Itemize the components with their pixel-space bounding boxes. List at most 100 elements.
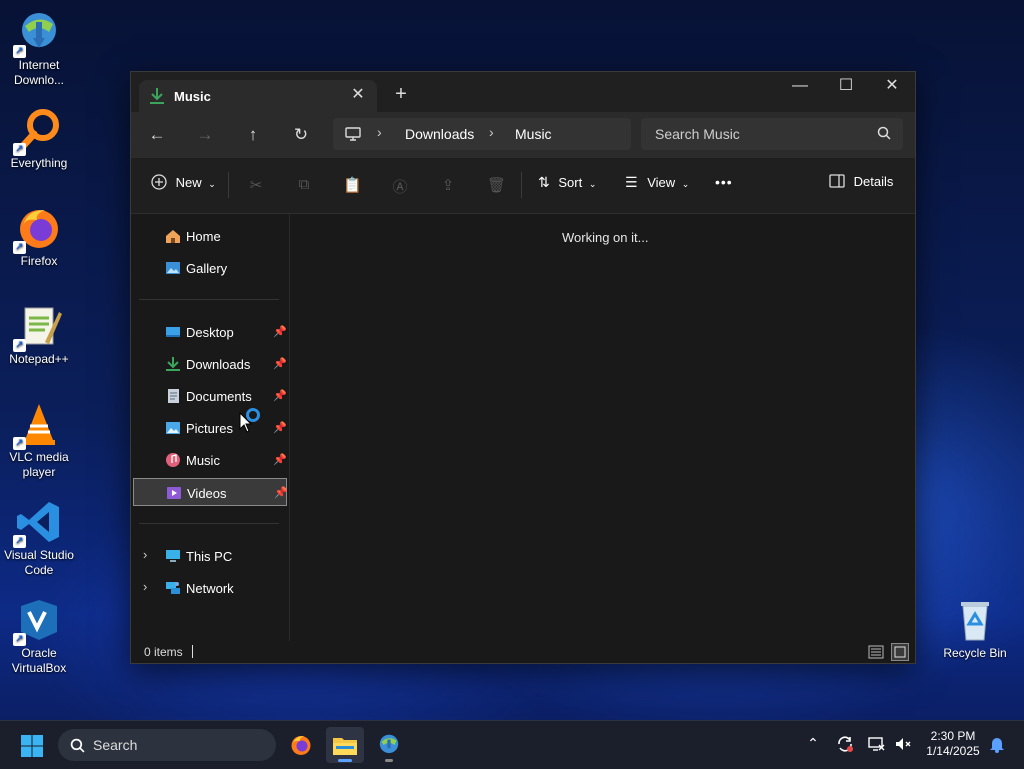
sidebar-item-label: Desktop [186,325,234,340]
desktop-icon-vlc[interactable]: ↗ VLC media player [0,400,78,480]
documents-folder-icon [165,388,181,404]
this-pc-icon [165,548,181,564]
sort-button[interactable]: ⇅ Sort ⌄ [538,174,596,196]
sidebar-item-home[interactable]: Home [133,222,287,250]
desktop-icon-firefox[interactable]: ↗ Firefox [0,204,78,269]
loading-status: Working on it... [562,230,649,245]
pin-icon[interactable]: 📌 [274,486,288,499]
sidebar-item-documents[interactable]: Documents 📌 [133,382,287,410]
taskbar-file-explorer[interactable] [326,727,364,763]
sidebar-item-videos[interactable]: Videos 📌 [133,478,288,506]
taskbar-search-box[interactable]: Search [58,729,276,761]
pin-icon[interactable]: 📌 [273,325,287,338]
rename-icon[interactable]: Ⓐ [391,176,409,196]
view-button[interactable]: ☰ View ⌄ [625,174,689,196]
more-options-button[interactable]: ••• [715,174,733,196]
details-button[interactable]: Details [829,174,893,196]
title-bar[interactable]: Music ✕ + — ☐ ✕ [131,72,915,112]
breadcrumb-downloads[interactable]: Downloads [405,126,474,142]
search-input[interactable]: Search Music [655,126,740,142]
taskbar: Search ⌃ 2:30 PM 1/14/2025 [0,720,1024,769]
address-bar[interactable]: › Downloads › Music [333,118,631,150]
pin-icon[interactable]: 📌 [273,453,287,466]
volume-muted-icon[interactable] [893,735,913,755]
sidebar-item-this-pc[interactable]: › This PC [133,542,287,570]
desktop-icon-label: VLC media player [9,450,69,479]
chevron-down-icon: ⌄ [681,179,690,189]
network-status-icon[interactable] [866,735,886,755]
close-tab-icon[interactable]: ✕ [347,84,369,106]
forward-button[interactable]: → [191,121,219,149]
sidebar-item-music[interactable]: Music 📌 [133,446,287,474]
breadcrumb-music[interactable]: Music [515,126,552,142]
cut-icon[interactable]: ✂ [247,176,265,194]
start-button[interactable] [20,734,44,758]
list-view-icon [868,645,884,659]
paste-icon[interactable]: 📋 [343,176,362,194]
sidebar-item-network[interactable]: › Network [133,574,287,602]
desktop-folder-icon [165,324,181,340]
desktop-icon-label: Oracle VirtualBox [11,646,67,675]
notification-bell-icon[interactable] [987,735,1007,755]
pin-icon[interactable]: 📌 [273,389,287,402]
sidebar-item-desktop[interactable]: Desktop 📌 [133,318,287,346]
desktop-icon-notepadpp[interactable]: ↗ Notepad++ [0,302,78,367]
details-view-button[interactable] [867,643,885,661]
refresh-button[interactable]: ↻ [287,121,315,149]
file-list-area[interactable]: Working on it... [290,214,915,641]
details-label: Details [853,174,894,189]
sidebar-item-label: Videos [187,486,227,501]
view-label: View [647,175,676,190]
sidebar-item-pictures[interactable]: Pictures 📌 [133,414,287,442]
back-button[interactable]: ← [143,121,171,149]
copy-icon[interactable]: ⧉ [295,176,313,194]
idm-icon [379,734,399,754]
desktop-icon-virtualbox[interactable]: ↗ Oracle VirtualBox [0,596,78,676]
vscode-icon: ↗ [13,498,63,548]
search-box[interactable]: Search Music [641,118,903,150]
maximize-button[interactable]: ☐ [823,72,869,102]
new-tab-button[interactable]: + [389,84,413,108]
command-bar: New ⌄ ✂ ⧉ 📋 Ⓐ ⇪ 🗑 ⇅ Sort ⌄ ☰ View ⌄ ••• … [131,158,915,214]
navigation-pane: Home Gallery Desktop 📌 Downloads 📌 Docum… [131,214,290,641]
close-window-button[interactable]: ✕ [869,72,915,102]
system-clock[interactable]: 2:30 PM 1/14/2025 [918,729,988,759]
desktop-icon-recycle-bin[interactable]: Recycle Bin [936,596,1014,661]
taskbar-firefox[interactable] [282,727,320,763]
sync-icon[interactable] [835,735,855,755]
new-button[interactable]: New ⌄ [151,174,216,196]
desktop-icon-idm[interactable]: ↗ Internet Downlo... [0,8,78,88]
up-button[interactable]: ↑ [239,121,267,149]
desktop-icon-vscode[interactable]: ↗ Visual Studio Code [0,498,78,578]
chevron-right-icon[interactable]: › [143,579,147,594]
chevron-right-icon[interactable]: › [143,547,147,562]
desktop-icon-label: Everything [10,156,68,170]
pin-icon[interactable]: 📌 [273,357,287,370]
idm-icon: ↗ [13,8,63,58]
sidebar-item-label: Downloads [186,357,251,372]
chevron-right-icon: › [377,124,382,140]
new-label: New [175,175,202,190]
file-explorer-icon [333,738,357,755]
share-icon[interactable]: ⇪ [439,176,457,194]
desktop-icon-everything[interactable]: ↗ Everything [0,106,78,171]
shortcut-arrow-icon: ↗ [13,339,26,352]
large-icons-view-button[interactable] [891,643,909,661]
pin-icon[interactable]: 📌 [273,421,287,434]
details-pane-icon [829,174,845,188]
divider [139,299,279,300]
delete-icon[interactable]: 🗑 [487,176,506,194]
sidebar-item-downloads[interactable]: Downloads 📌 [133,350,287,378]
taskbar-idm[interactable] [370,727,408,763]
item-count: 0 items [144,645,183,659]
file-explorer-window[interactable]: Music ✕ + — ☐ ✕ ← → ↑ ↻ › Downloads › Mu… [130,71,916,664]
tab-music[interactable]: Music ✕ [139,80,377,112]
search-icon [877,126,891,140]
taskbar-search-input[interactable]: Search [93,737,137,753]
show-hidden-icons-chevron-up-icon[interactable]: ⌃ [803,735,823,755]
divider [139,523,279,524]
desktop-icon-label: Recycle Bin [943,646,1007,660]
minimize-button[interactable]: — [777,72,823,102]
running-app-indicator [385,759,393,762]
sidebar-item-gallery[interactable]: Gallery [133,254,287,282]
